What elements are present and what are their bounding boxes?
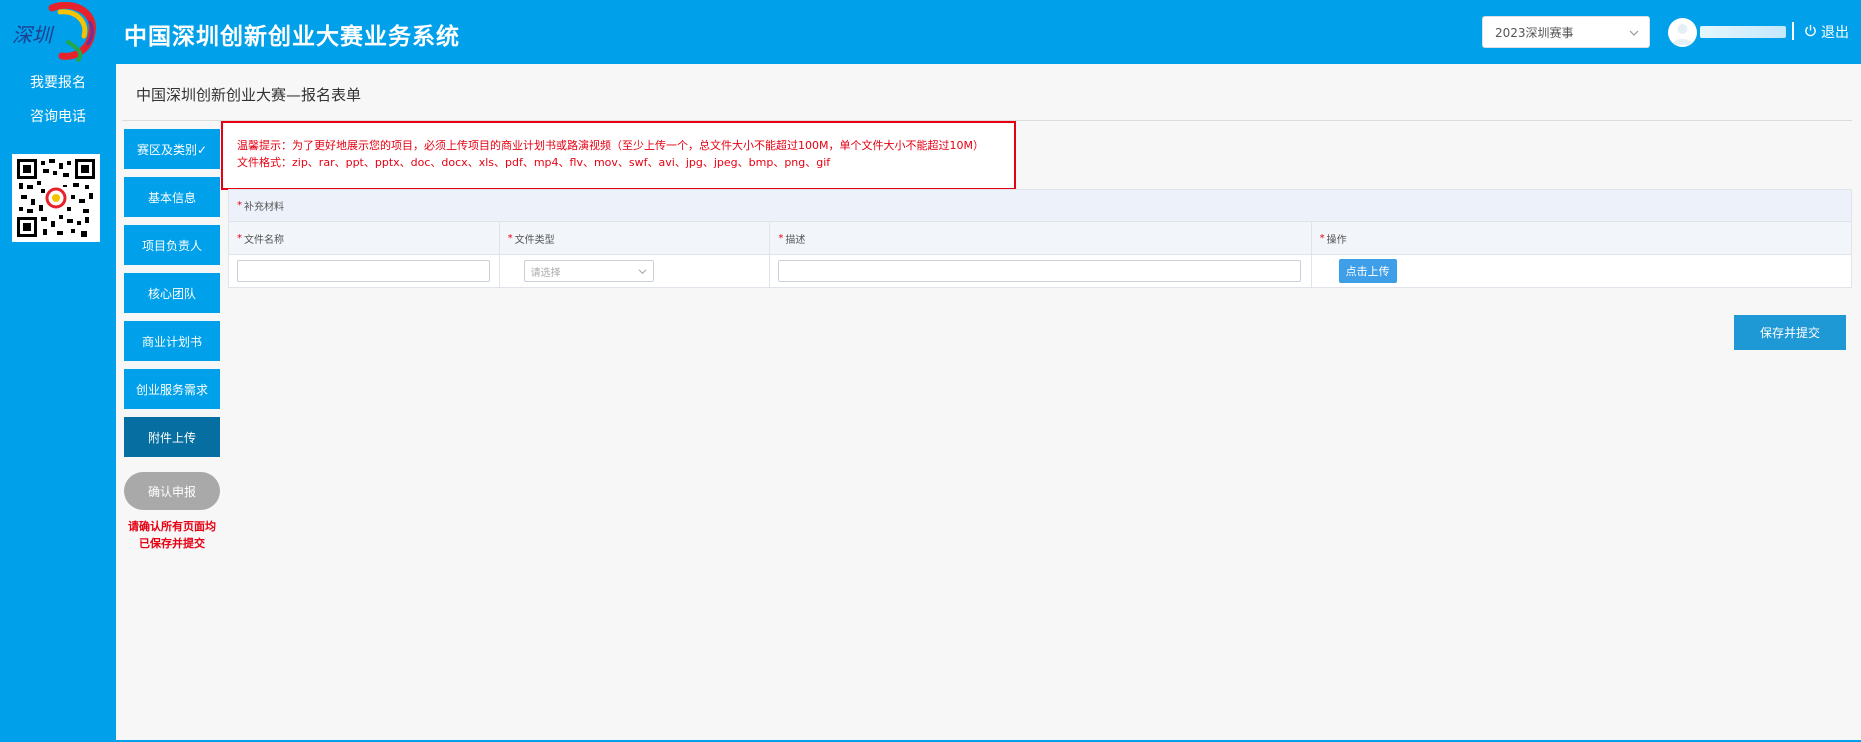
top-bar: 深圳 中国深圳创新创业大赛业务系统 2023深圳赛事 退出	[0, 0, 1861, 64]
table-header: * 文件名称 * 文件类型 * 描述 * 操作	[229, 222, 1851, 255]
required-marker: *	[778, 232, 784, 244]
step-basic-info[interactable]: 基本信息	[124, 177, 220, 217]
notice-line2: 文件格式：zip、rar、ppt、pptx、doc、docx、xls、pdf、m…	[237, 156, 831, 169]
file-type-cell: 请选择	[500, 255, 771, 287]
required-marker: *	[1319, 232, 1325, 244]
column-header-label: 描述	[785, 234, 806, 246]
sidebar-link-register[interactable]: 我要报名	[0, 72, 116, 92]
shenzhen-logo: 深圳	[8, 1, 100, 62]
chevron-down-icon	[638, 267, 647, 279]
step-project-leader[interactable]: 项目负责人	[124, 225, 220, 265]
username-masked	[1700, 26, 1786, 38]
file-type-placeholder: 请选择	[530, 267, 561, 279]
step-attachments[interactable]: 附件上传	[124, 417, 220, 457]
file-name-cell	[229, 255, 500, 287]
action-cell: 点击上传	[1312, 255, 1851, 287]
column-header: * 文件名称	[229, 222, 500, 254]
column-header: * 描述	[770, 222, 1312, 254]
sidebar-link-hotline[interactable]: 咨询电话	[0, 106, 116, 126]
save-submit-button[interactable]: 保存并提交	[1734, 315, 1846, 350]
confirm-note-line1: 请确认所有页面均	[128, 520, 216, 533]
table-caption: * 补充材料	[229, 190, 1851, 222]
column-header: * 文件类型	[500, 222, 771, 254]
upload-notice: 温馨提示：为了更好地展示您的项目，必须上传项目的商业计划书或路演视频（至少上传一…	[221, 121, 1016, 190]
left-sidebar: 我要报名 咨询电话	[0, 64, 116, 742]
step-business-plan[interactable]: 商业计划书	[124, 321, 220, 361]
table-row: 请选择 点击上传	[229, 255, 1851, 287]
season-select-value: 2023深圳赛事	[1495, 25, 1574, 40]
notice-line1: 温馨提示：为了更好地展示您的项目，必须上传项目的商业计划书或路演视频（至少上传一…	[237, 139, 984, 152]
description-cell	[770, 255, 1312, 287]
page-title: 中国深圳创新创业大赛—报名表单	[136, 86, 362, 104]
chevron-down-icon	[1629, 27, 1639, 41]
svg-text:深圳: 深圳	[12, 25, 55, 47]
attachments-table: * 补充材料 * 文件名称 * 文件类型 * 描述 * 操作 请选择 点击上传	[228, 189, 1852, 288]
column-header-label: 操作	[1326, 234, 1347, 246]
app-title: 中国深圳创新创业大赛业务系统	[124, 24, 460, 50]
step-core-team[interactable]: 核心团队	[124, 273, 220, 313]
confirm-submit-button[interactable]: 确认申报	[124, 472, 220, 510]
required-marker: *	[237, 232, 242, 244]
upload-button[interactable]: 点击上传	[1338, 259, 1397, 283]
logout-button[interactable]: 退出	[1804, 22, 1849, 42]
column-header-label: 文件类型	[514, 234, 555, 246]
season-select[interactable]: 2023深圳赛事	[1482, 16, 1650, 48]
step-category[interactable]: 赛区及类别✓	[124, 129, 220, 169]
power-icon	[1804, 24, 1817, 41]
column-header-label: 文件名称	[244, 234, 284, 246]
file-name-input[interactable]	[237, 260, 490, 282]
required-marker: *	[237, 200, 242, 211]
description-input[interactable]	[778, 260, 1302, 282]
user-avatar[interactable]	[1668, 18, 1697, 47]
column-header: * 操作	[1312, 222, 1851, 254]
header-divider	[1792, 22, 1794, 40]
file-type-select[interactable]: 请选择	[523, 260, 654, 282]
step-service-needs[interactable]: 创业服务需求	[124, 369, 220, 409]
table-caption-text: 补充材料	[244, 202, 284, 213]
required-marker: *	[507, 232, 513, 244]
confirm-note-line2: 已保存并提交	[139, 537, 205, 550]
qr-code	[12, 154, 100, 242]
confirm-note: 请确认所有页面均 已保存并提交	[118, 518, 226, 552]
logout-label: 退出	[1821, 25, 1849, 41]
